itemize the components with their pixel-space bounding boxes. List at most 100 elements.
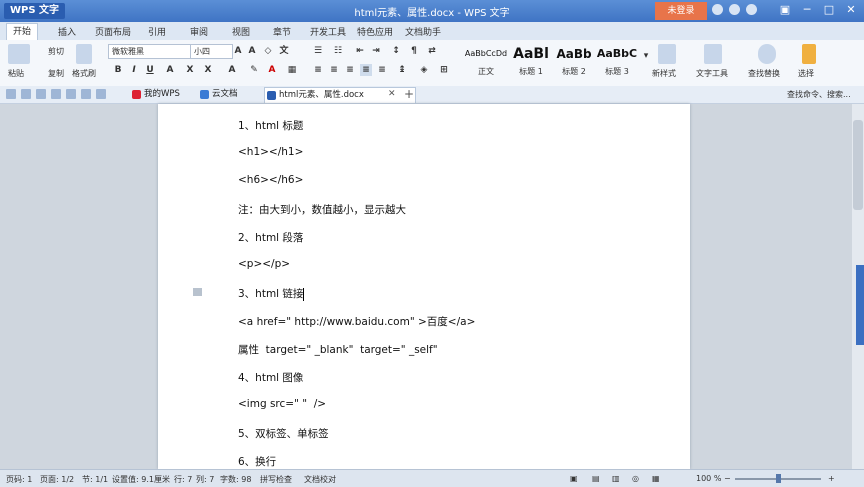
tab-cloud-docs[interactable]: 云文档 <box>198 87 238 102</box>
close-tab-icon[interactable]: ✕ <box>388 89 396 99</box>
tab-chapter[interactable]: 章节 <box>273 25 291 38</box>
phonetic-button[interactable]: 文 <box>278 45 290 57</box>
outline-view-icon[interactable]: ▥ <box>612 474 620 483</box>
tab-my-wps[interactable]: 我的WPS <box>130 87 180 102</box>
undo-icon[interactable] <box>81 89 91 99</box>
subscript-button[interactable]: X <box>202 64 214 76</box>
zoom-level[interactable]: 100 % <box>696 474 721 483</box>
font-color-button[interactable]: A <box>266 64 278 76</box>
tab-features[interactable]: 特色应用 <box>357 25 393 38</box>
open-icon[interactable] <box>6 89 16 99</box>
proofread-button[interactable]: 文档校对 <box>304 474 336 485</box>
redo-icon[interactable] <box>96 89 106 99</box>
numbering-button[interactable]: ☷ <box>332 45 344 57</box>
underline-button[interactable]: U <box>144 64 156 76</box>
grow-font-button[interactable]: A <box>232 45 244 57</box>
reading-mode-icon[interactable]: ▣ <box>570 474 578 483</box>
strikethrough-button[interactable]: A <box>164 64 176 76</box>
sort-button[interactable]: ↕ <box>390 45 402 57</box>
new-icon[interactable] <box>21 89 31 99</box>
font-name-select[interactable]: 微软雅黑 <box>108 44 193 59</box>
clear-format-button[interactable]: ◇ <box>262 45 274 57</box>
line-spacing-button[interactable]: ↨ <box>396 64 408 76</box>
page-view-icon[interactable]: ▤ <box>592 474 600 483</box>
workspace: 1、html 标题 <h1></h1> <h6></h6> 注：由大到小，数值越… <box>0 104 852 469</box>
align-right-button[interactable]: ≡ <box>344 64 356 76</box>
scrollbar-thumb[interactable] <box>853 120 863 210</box>
style-heading-2[interactable]: AaBb 标题 2 <box>554 42 594 82</box>
tab-view[interactable]: 视图 <box>232 25 250 38</box>
tab-insert[interactable]: 插入 <box>58 25 76 38</box>
justify-button[interactable]: ≡ <box>360 64 372 76</box>
tab-review[interactable]: 审阅 <box>190 25 208 38</box>
superscript-button[interactable]: X <box>184 64 196 76</box>
italic-button[interactable]: I <box>128 64 140 76</box>
shading-button[interactable]: ◈ <box>418 64 430 76</box>
preview-icon[interactable] <box>66 89 76 99</box>
doc-line: <a href=" http://www.baidu.com" >百度</a> <box>238 316 476 328</box>
format-painter-button[interactable]: 格式刷 <box>72 68 96 79</box>
spell-check-button[interactable]: 拼写检查 <box>260 474 292 485</box>
increase-indent-button[interactable]: ⇥ <box>370 45 382 57</box>
align-center-button[interactable]: ≡ <box>328 64 340 76</box>
tab-developer[interactable]: 开发工具 <box>310 25 346 38</box>
settings-icon[interactable] <box>729 4 740 15</box>
zoom-in-icon[interactable]: + <box>828 474 835 483</box>
distributed-button[interactable]: ≡ <box>376 64 388 76</box>
help-icon[interactable] <box>746 4 757 15</box>
save-icon[interactable] <box>36 89 46 99</box>
char-shading-button[interactable]: ▦ <box>286 64 298 76</box>
tab-references[interactable]: 引用 <box>148 25 166 38</box>
align-left-button[interactable]: ≡ <box>312 64 324 76</box>
text-tools-icon[interactable] <box>704 44 722 64</box>
minimize-icon[interactable]: ─ <box>800 3 814 16</box>
style-normal[interactable]: AaBbCcDd 正文 <box>464 42 508 82</box>
new-style-icon[interactable] <box>658 44 676 64</box>
new-tab-icon[interactable]: + <box>404 87 414 101</box>
find-replace-button[interactable]: 查找替换 <box>748 68 780 79</box>
skin-icon[interactable] <box>712 4 723 15</box>
search-command-input[interactable]: 查找命令、搜索... <box>787 89 851 100</box>
new-style-button[interactable]: 新样式 <box>652 68 676 79</box>
restore-icon[interactable]: ▣ <box>778 3 792 16</box>
shrink-font-button[interactable]: A <box>246 45 258 57</box>
show-marks-button[interactable]: ¶ <box>408 45 420 57</box>
zoom-slider-handle[interactable] <box>776 474 781 483</box>
doc-line: 6、换行 <box>238 456 277 468</box>
format-painter-icon[interactable] <box>76 44 92 64</box>
web-view-icon[interactable]: ◎ <box>632 474 639 483</box>
paste-icon[interactable] <box>8 44 30 64</box>
protect-view-icon[interactable]: ▦ <box>652 474 660 483</box>
select-cursor-icon[interactable] <box>802 44 816 64</box>
close-icon[interactable]: ✕ <box>844 3 858 16</box>
borders-button[interactable]: ⊞ <box>438 64 450 76</box>
paste-button[interactable]: 粘贴 <box>8 68 24 79</box>
highlight-button[interactable]: ✎ <box>248 64 260 76</box>
print-icon[interactable] <box>51 89 61 99</box>
bold-button[interactable]: B <box>112 64 124 76</box>
paragraph-handle-icon[interactable] <box>193 288 202 296</box>
style-heading-3[interactable]: AaBbC 标题 3 <box>596 42 638 82</box>
styles-more-icon[interactable]: ▾ <box>640 50 652 62</box>
zoom-out-icon[interactable]: − <box>724 474 731 483</box>
decrease-indent-button[interactable]: ⇤ <box>354 45 366 57</box>
tab-doc-assistant[interactable]: 文档助手 <box>405 25 441 38</box>
tab-page-layout[interactable]: 页面布局 <box>95 25 131 38</box>
tab-stops-button[interactable]: ⇄ <box>426 45 438 57</box>
select-button[interactable]: 选择 <box>798 68 814 79</box>
find-replace-icon[interactable] <box>758 44 776 64</box>
document-page[interactable]: 1、html 标题 <h1></h1> <h6></h6> 注：由大到小，数值越… <box>158 104 690 469</box>
maximize-icon[interactable]: □ <box>822 3 836 16</box>
style-heading-1[interactable]: AaBl 标题 1 <box>510 42 552 82</box>
wps-icon <box>132 90 141 99</box>
login-button[interactable]: 未登录 <box>655 2 707 20</box>
tab-start[interactable]: 开始 <box>6 23 39 41</box>
bullets-button[interactable]: ☰ <box>312 45 324 57</box>
text-effect-button[interactable]: A <box>226 64 238 76</box>
cut-button[interactable]: 剪切 <box>48 46 64 57</box>
font-size-select[interactable]: 小四 <box>190 44 233 59</box>
doc-line: 2、html 段落 <box>238 232 304 244</box>
copy-button[interactable]: 复制 <box>48 68 64 79</box>
text-tools-button[interactable]: 文字工具 <box>696 68 728 79</box>
side-panel-tab[interactable] <box>856 265 864 345</box>
